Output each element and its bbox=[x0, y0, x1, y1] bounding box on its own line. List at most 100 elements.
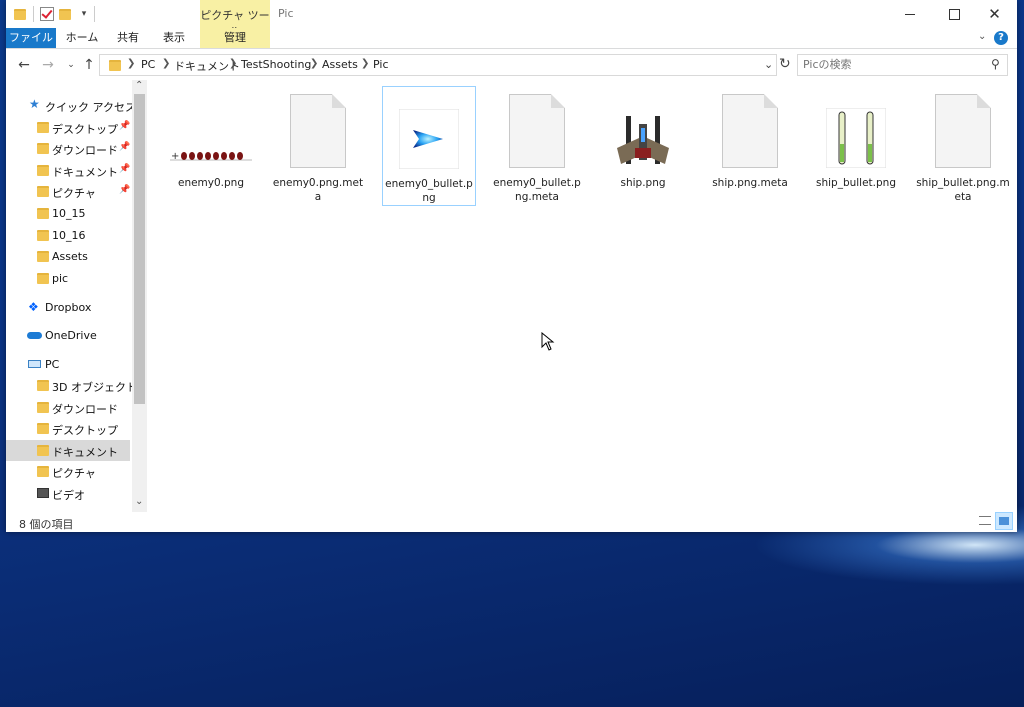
up-arrow-icon[interactable]: ↑ bbox=[80, 55, 98, 75]
nav-item-documents[interactable]: ドキュメント 📌 bbox=[6, 160, 130, 181]
pin-icon[interactable]: 📌 bbox=[119, 142, 130, 152]
svg-text:+: + bbox=[171, 151, 179, 162]
chevron-right-icon[interactable]: ❯ bbox=[162, 58, 170, 69]
chevron-right-icon[interactable]: ❯ bbox=[310, 58, 318, 69]
nav-scrollbar[interactable]: ⌃ ⌄ bbox=[132, 80, 147, 512]
large-icons-view-button[interactable] bbox=[995, 512, 1013, 530]
cloud-icon bbox=[27, 332, 42, 339]
star-icon: ★ bbox=[29, 97, 40, 111]
3d-objects-folder-icon bbox=[37, 380, 50, 392]
file-name: ship.png.meta bbox=[712, 177, 788, 189]
search-icon[interactable]: ⚲ bbox=[991, 57, 1000, 71]
scroll-up-icon[interactable]: ⌃ bbox=[135, 80, 143, 91]
nav-item-pc-desktop[interactable]: デスクトップ bbox=[6, 418, 130, 439]
maximize-button[interactable] bbox=[932, 0, 977, 28]
recent-locations-chevron-icon[interactable]: ⌄ bbox=[62, 55, 80, 75]
refresh-icon[interactable]: ↻ bbox=[779, 56, 791, 72]
item-count: 8 個の項目 bbox=[19, 518, 74, 531]
tab-view[interactable]: 表示 bbox=[156, 28, 192, 48]
nav-onedrive[interactable]: OneDrive bbox=[6, 325, 130, 346]
nav-item-pictures[interactable]: ピクチャ 📌 bbox=[6, 181, 130, 202]
tab-share[interactable]: 共有 bbox=[110, 28, 146, 48]
chevron-right-icon[interactable]: ❯ bbox=[229, 58, 237, 69]
chevron-right-icon[interactable]: ❯ bbox=[361, 58, 369, 69]
file-item-enemy0-bullet-png-meta[interactable]: enemy0_bullet.png.meta bbox=[490, 86, 584, 206]
nav-item-desktop[interactable]: デスクトップ 📌 bbox=[6, 117, 130, 138]
nav-item-pic[interactable]: pic bbox=[6, 268, 130, 289]
explorer-window: ▾ ピクチャ ツール Pic ✕ ファイル ホーム 共有 表示 管理 ⌄ ? ←… bbox=[6, 0, 1017, 532]
help-icon[interactable]: ? bbox=[994, 31, 1008, 45]
nav-item-10-15[interactable]: 10_15 bbox=[6, 203, 130, 224]
nav-item-downloads[interactable]: ダウンロード 📌 bbox=[6, 138, 130, 159]
pin-icon[interactable]: 📌 bbox=[119, 185, 130, 195]
nav-item-3d-objects[interactable]: 3D オブジェクト bbox=[6, 375, 137, 396]
nav-item-pc-downloads[interactable]: ダウンロード bbox=[6, 397, 130, 418]
document-icon bbox=[935, 94, 991, 168]
nav-item-pc-videos[interactable]: ビデオ bbox=[6, 483, 130, 504]
file-name: ship_bullet.png.meta bbox=[916, 177, 1010, 203]
file-item-ship-png[interactable]: ship.png bbox=[596, 86, 690, 206]
file-item-enemy0-png-meta[interactable]: enemy0.png.meta bbox=[271, 86, 365, 206]
computer-icon bbox=[28, 360, 41, 368]
properties-icon[interactable] bbox=[39, 6, 55, 22]
search-input[interactable] bbox=[803, 58, 983, 71]
scrollbar-thumb[interactable] bbox=[134, 94, 145, 404]
nav-label: デスクトップ bbox=[52, 424, 118, 437]
nav-label: ドキュメント bbox=[52, 446, 118, 459]
forward-arrow-icon[interactable]: → bbox=[39, 55, 57, 75]
folder-icon bbox=[37, 208, 50, 220]
large-icons-view-icon bbox=[999, 517, 1009, 525]
address-bar[interactable]: ❯ PC ❯ ドキュメント ❯ TestShooting ❯ Assets ❯ … bbox=[99, 54, 777, 76]
nav-dropbox[interactable]: ❖ Dropbox bbox=[6, 297, 130, 318]
documents-folder-icon bbox=[37, 165, 50, 177]
nav-item-assets[interactable]: Assets bbox=[6, 246, 130, 267]
breadcrumb-pic[interactable]: Pic bbox=[373, 58, 389, 71]
back-arrow-icon[interactable]: ← bbox=[15, 55, 33, 75]
file-item-enemy0-png[interactable]: + enemy0.png bbox=[164, 86, 258, 206]
download-folder-icon bbox=[37, 402, 50, 414]
details-view-button[interactable] bbox=[976, 512, 994, 530]
search-box[interactable]: ⚲ bbox=[797, 54, 1008, 76]
mouse-cursor-icon bbox=[541, 332, 555, 351]
ship-bullet-sprite-thumbnail bbox=[826, 108, 886, 168]
close-button[interactable]: ✕ bbox=[972, 0, 1017, 28]
file-name: enemy0_bullet.png bbox=[385, 178, 473, 204]
title-bar: ▾ ピクチャ ツール Pic ✕ bbox=[6, 0, 1017, 38]
new-folder-icon[interactable] bbox=[57, 6, 73, 22]
documents-folder-icon bbox=[37, 445, 50, 457]
file-item-ship-png-meta[interactable]: ship.png.meta bbox=[703, 86, 797, 206]
nav-item-10-16[interactable]: 10_16 bbox=[6, 225, 130, 246]
nav-label: OneDrive bbox=[45, 329, 97, 342]
minimize-button[interactable] bbox=[887, 0, 932, 28]
file-item-enemy0-bullet-png[interactable]: enemy0_bullet.png bbox=[382, 86, 476, 206]
pin-icon[interactable]: 📌 bbox=[119, 164, 130, 174]
breadcrumb-pc[interactable]: PC bbox=[141, 58, 155, 71]
tab-manage[interactable]: 管理 bbox=[200, 28, 270, 48]
tab-home[interactable]: ホーム bbox=[60, 28, 104, 48]
nav-label: PC bbox=[45, 358, 60, 371]
address-history-chevron-icon[interactable]: ⌄ bbox=[764, 58, 773, 71]
navigation-pane: ★ クイック アクセス デスクトップ 📌 ダウンロード 📌 ドキュメント 📌 ピ… bbox=[6, 80, 147, 510]
tab-file[interactable]: ファイル bbox=[6, 28, 56, 48]
nav-quick-access[interactable]: ★ クイック アクセス bbox=[6, 95, 136, 116]
folder-icon bbox=[37, 273, 50, 285]
chevron-right-icon[interactable]: ❯ bbox=[127, 58, 135, 69]
scroll-down-icon[interactable]: ⌄ bbox=[135, 496, 143, 507]
nav-label: ダウンロード bbox=[52, 144, 118, 157]
folder-icon[interactable] bbox=[12, 6, 28, 22]
nav-item-pc-pictures[interactable]: ピクチャ bbox=[6, 461, 130, 482]
document-icon bbox=[290, 94, 346, 168]
customize-toolbar-icon[interactable]: ▾ bbox=[76, 6, 92, 22]
minimize-icon bbox=[904, 13, 915, 15]
document-icon bbox=[509, 94, 565, 168]
nav-pc[interactable]: PC bbox=[6, 354, 130, 375]
chevron-down-icon[interactable]: ⌄ bbox=[978, 31, 986, 42]
breadcrumb-assets[interactable]: Assets bbox=[322, 58, 358, 71]
file-name: enemy0_bullet.png.meta bbox=[493, 177, 581, 203]
file-item-ship-bullet-png-meta[interactable]: ship_bullet.png.meta bbox=[916, 86, 1010, 206]
file-item-ship-bullet-png[interactable]: ship_bullet.png bbox=[809, 86, 903, 206]
breadcrumb-testshooting[interactable]: TestShooting bbox=[241, 58, 311, 71]
pin-icon[interactable]: 📌 bbox=[119, 121, 130, 131]
nav-item-pc-documents[interactable]: ドキュメント bbox=[6, 440, 130, 461]
document-icon bbox=[722, 94, 778, 168]
